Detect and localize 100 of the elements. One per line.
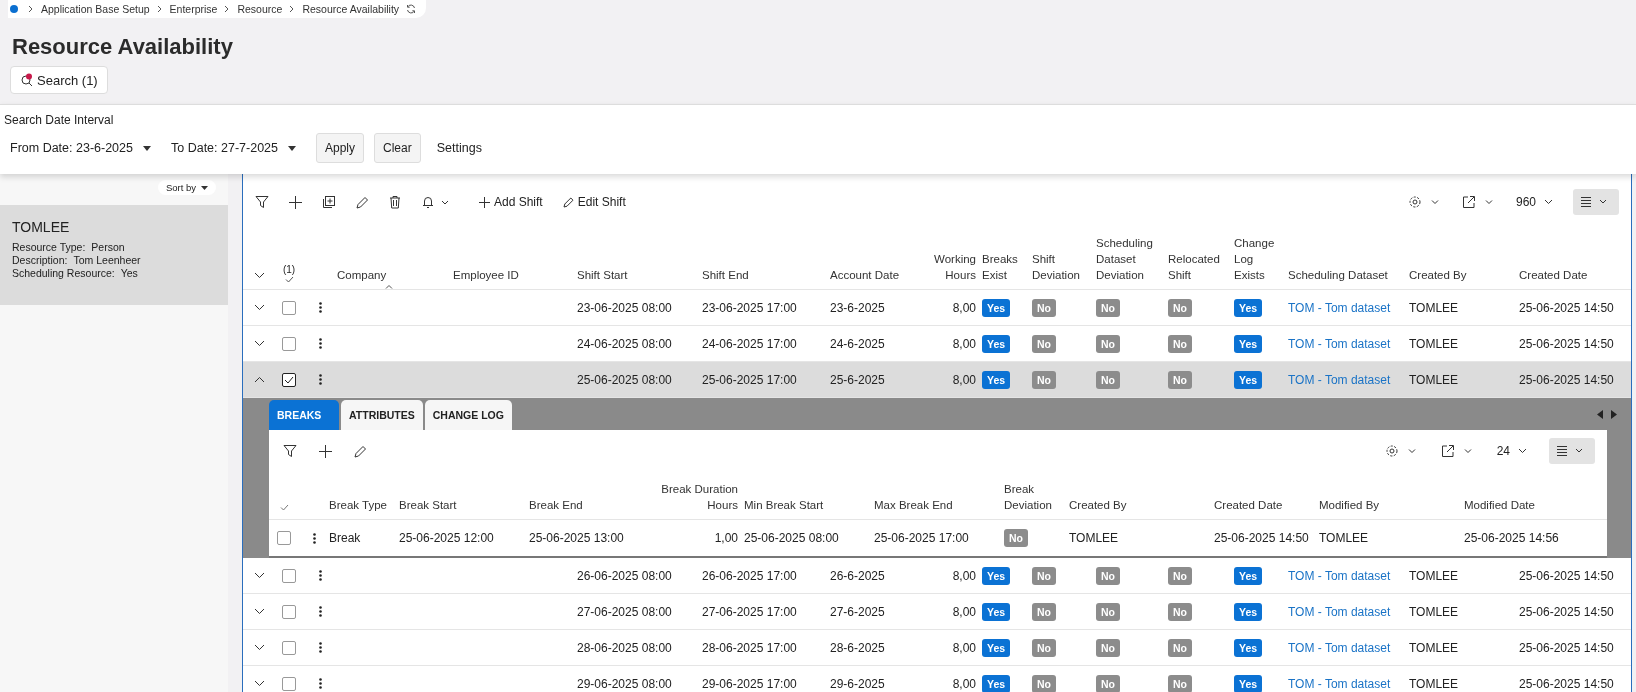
breadcrumb-link[interactable]: Resource bbox=[237, 3, 283, 15]
dataset-link[interactable]: TOM - Tom dataset bbox=[1288, 568, 1409, 583]
column-header[interactable]: Relocated Shift bbox=[1168, 251, 1228, 283]
page-size-dropdown[interactable]: 24 bbox=[1496, 444, 1527, 458]
column-header[interactable]: Shift Deviation bbox=[1032, 251, 1090, 283]
expand-icon[interactable] bbox=[253, 572, 265, 579]
breadcrumb-link[interactable]: Application Base Setup bbox=[41, 3, 150, 15]
column-header[interactable]: Modified Date bbox=[1464, 497, 1601, 513]
more-icon[interactable] bbox=[318, 374, 322, 385]
expand-icon[interactable] bbox=[253, 608, 265, 615]
dataset-link[interactable]: TOM - Tom dataset bbox=[1288, 604, 1409, 619]
sort-by-button[interactable]: Sort by bbox=[157, 180, 216, 195]
row-checkbox[interactable] bbox=[282, 640, 296, 655]
collapse-icon[interactable] bbox=[253, 376, 265, 383]
more-icon[interactable] bbox=[318, 338, 322, 349]
dataset-link[interactable]: TOM - Tom dataset bbox=[1288, 300, 1409, 315]
shift-row[interactable]: 26-06-2025 08:00 26-06-2025 17:00 26-6-2025 8,00 Yes No No No Yes TOM - Tom dataset TOMLEE 25-06-2025 14:50 bbox=[243, 558, 1631, 594]
more-icon[interactable] bbox=[318, 570, 322, 581]
resource-card[interactable]: TOMLEE Resource Type: Person Description: Tom Leenheer Scheduling Resource: Yes bbox=[0, 205, 228, 305]
row-checkbox[interactable] bbox=[282, 568, 296, 583]
plus-icon[interactable] bbox=[319, 444, 332, 458]
detail-tab[interactable]: BREAKS bbox=[269, 400, 339, 430]
column-header[interactable]: Created Date bbox=[1519, 267, 1625, 283]
column-header[interactable]: Break End bbox=[529, 497, 653, 513]
shift-row[interactable]: 27-06-2025 08:00 27-06-2025 17:00 27-6-2025 8,00 Yes No No No Yes TOM - Tom dataset TOMLEE 25-06-2025 14:50 bbox=[243, 594, 1631, 630]
column-header[interactable]: Company bbox=[337, 267, 447, 283]
to-date-dropdown[interactable]: To Date: 27-7-2025 bbox=[171, 141, 296, 155]
dataset-link[interactable]: TOM - Tom dataset bbox=[1288, 640, 1409, 655]
column-header[interactable]: Created By bbox=[1409, 267, 1513, 283]
dataset-link[interactable]: TOM - Tom dataset bbox=[1288, 336, 1409, 351]
column-header[interactable]: Scheduling Dataset bbox=[1288, 267, 1403, 283]
from-date-dropdown[interactable]: From Date: 23-6-2025 bbox=[10, 141, 151, 155]
apply-button[interactable]: Apply bbox=[316, 133, 365, 163]
check-all-icon[interactable] bbox=[279, 504, 289, 511]
bell-dropdown-icon[interactable] bbox=[421, 195, 451, 209]
column-header[interactable]: Employee ID bbox=[453, 267, 571, 283]
column-header[interactable]: Change Log Exists bbox=[1234, 235, 1282, 283]
more-icon[interactable] bbox=[318, 642, 322, 653]
row-checkbox[interactable] bbox=[282, 604, 296, 619]
trash-icon[interactable] bbox=[389, 195, 401, 209]
column-header[interactable]: Shift End bbox=[702, 267, 824, 283]
page-size-dropdown[interactable]: 960 bbox=[1515, 195, 1553, 209]
settings-button[interactable]: Settings bbox=[430, 140, 488, 156]
column-header[interactable]: Break Start bbox=[399, 497, 523, 513]
expand-all-icon[interactable] bbox=[253, 272, 265, 279]
clear-button[interactable]: Clear bbox=[374, 133, 421, 163]
scroll-right-icon[interactable] bbox=[1611, 409, 1617, 419]
table-cell-text: 8,00 bbox=[951, 640, 977, 655]
row-checkbox[interactable] bbox=[282, 676, 296, 691]
shift-row[interactable]: 23-06-2025 08:00 23-06-2025 17:00 23-6-2025 8,00 Yes No No No Yes TOM - Tom dataset TOMLEE 25-06-2025 14:50 bbox=[243, 290, 1631, 326]
view-options-button[interactable] bbox=[1573, 189, 1619, 215]
shift-row[interactable]: 28-06-2025 08:00 28-06-2025 17:00 28-6-2025 8,00 Yes No No No Yes TOM - Tom dataset TOMLEE 25-06-2025 14:50 bbox=[243, 630, 1631, 666]
column-header[interactable]: Account Date bbox=[830, 267, 912, 283]
check-all-icon[interactable] bbox=[284, 276, 294, 283]
column-header[interactable]: Max Break End bbox=[874, 497, 998, 513]
detail-tab[interactable]: CHANGE LOG bbox=[424, 400, 512, 430]
row-checkbox[interactable] bbox=[282, 336, 296, 351]
column-header[interactable]: Break Type bbox=[329, 497, 393, 513]
column-header[interactable]: Working Hours bbox=[918, 251, 976, 283]
plus-icon[interactable] bbox=[289, 195, 302, 209]
column-header[interactable]: Created Date bbox=[1214, 497, 1313, 513]
search-button[interactable]: Search (1) bbox=[10, 66, 108, 94]
shift-row[interactable]: 29-06-2025 08:00 29-06-2025 17:00 29-6-2025 8,00 Yes No No No Yes TOM - Tom dataset TOMLEE 25-06-2025 14:50 bbox=[243, 666, 1631, 692]
row-checkbox[interactable] bbox=[277, 531, 291, 545]
expand-icon[interactable] bbox=[253, 304, 265, 311]
column-header[interactable]: Break Deviation bbox=[1004, 481, 1063, 513]
edit-shift-button[interactable]: Edit Shift bbox=[562, 195, 626, 209]
filter-icon[interactable] bbox=[283, 444, 297, 458]
column-header[interactable]: Break Duration Hours bbox=[659, 481, 738, 513]
detail-tab[interactable]: ATTRIBUTES bbox=[341, 400, 423, 430]
home-icon[interactable] bbox=[10, 5, 18, 13]
column-header[interactable]: Modified By bbox=[1319, 497, 1458, 513]
column-header[interactable]: Scheduling Dataset Deviation bbox=[1096, 235, 1162, 283]
dataset-link[interactable]: TOM - Tom dataset bbox=[1288, 372, 1409, 387]
view-options-button[interactable] bbox=[1549, 438, 1595, 464]
dataset-link[interactable]: TOM - Tom dataset bbox=[1288, 676, 1409, 691]
pencil-icon[interactable] bbox=[356, 195, 369, 209]
more-icon[interactable] bbox=[318, 606, 322, 617]
shift-row[interactable]: 25-06-2025 08:00 25-06-2025 17:00 25-6-2025 8,00 Yes No No No Yes TOM - Tom dataset TOMLEE 25-06-2025 14:50 bbox=[243, 362, 1631, 398]
more-icon[interactable] bbox=[318, 302, 322, 313]
column-header[interactable]: Min Break Start bbox=[744, 497, 868, 513]
add-shift-button[interactable]: Add Shift bbox=[479, 195, 543, 209]
filter-icon[interactable] bbox=[255, 195, 269, 209]
expand-icon[interactable] bbox=[253, 340, 265, 347]
pencil-icon[interactable] bbox=[354, 444, 367, 458]
duplicate-icon[interactable] bbox=[322, 195, 336, 209]
column-header[interactable]: Breaks Exist bbox=[982, 251, 1026, 283]
refresh-icon[interactable] bbox=[406, 4, 417, 14]
more-icon[interactable] bbox=[318, 678, 322, 689]
breadcrumb-link[interactable]: Resource Availability bbox=[302, 3, 400, 15]
row-checkbox[interactable] bbox=[282, 300, 296, 315]
expand-icon[interactable] bbox=[253, 644, 265, 651]
more-icon[interactable] bbox=[312, 532, 316, 544]
column-header[interactable]: Created By bbox=[1069, 497, 1208, 513]
scroll-left-icon[interactable] bbox=[1597, 409, 1603, 419]
break-row[interactable]: Break 25-06-2025 12:00 25-06-2025 13:00 1,00 25-06-2025 08:00 25-06-2025 17:00 No TOMLEE 25-06-2025 14:50 TOMLEE 25-06-2025 14:56 bbox=[269, 520, 1607, 556]
expand-icon[interactable] bbox=[253, 680, 265, 687]
column-header[interactable]: Shift Start bbox=[577, 267, 696, 283]
breadcrumb-link[interactable]: Enterprise bbox=[169, 3, 218, 15]
row-checkbox[interactable] bbox=[282, 372, 296, 387]
